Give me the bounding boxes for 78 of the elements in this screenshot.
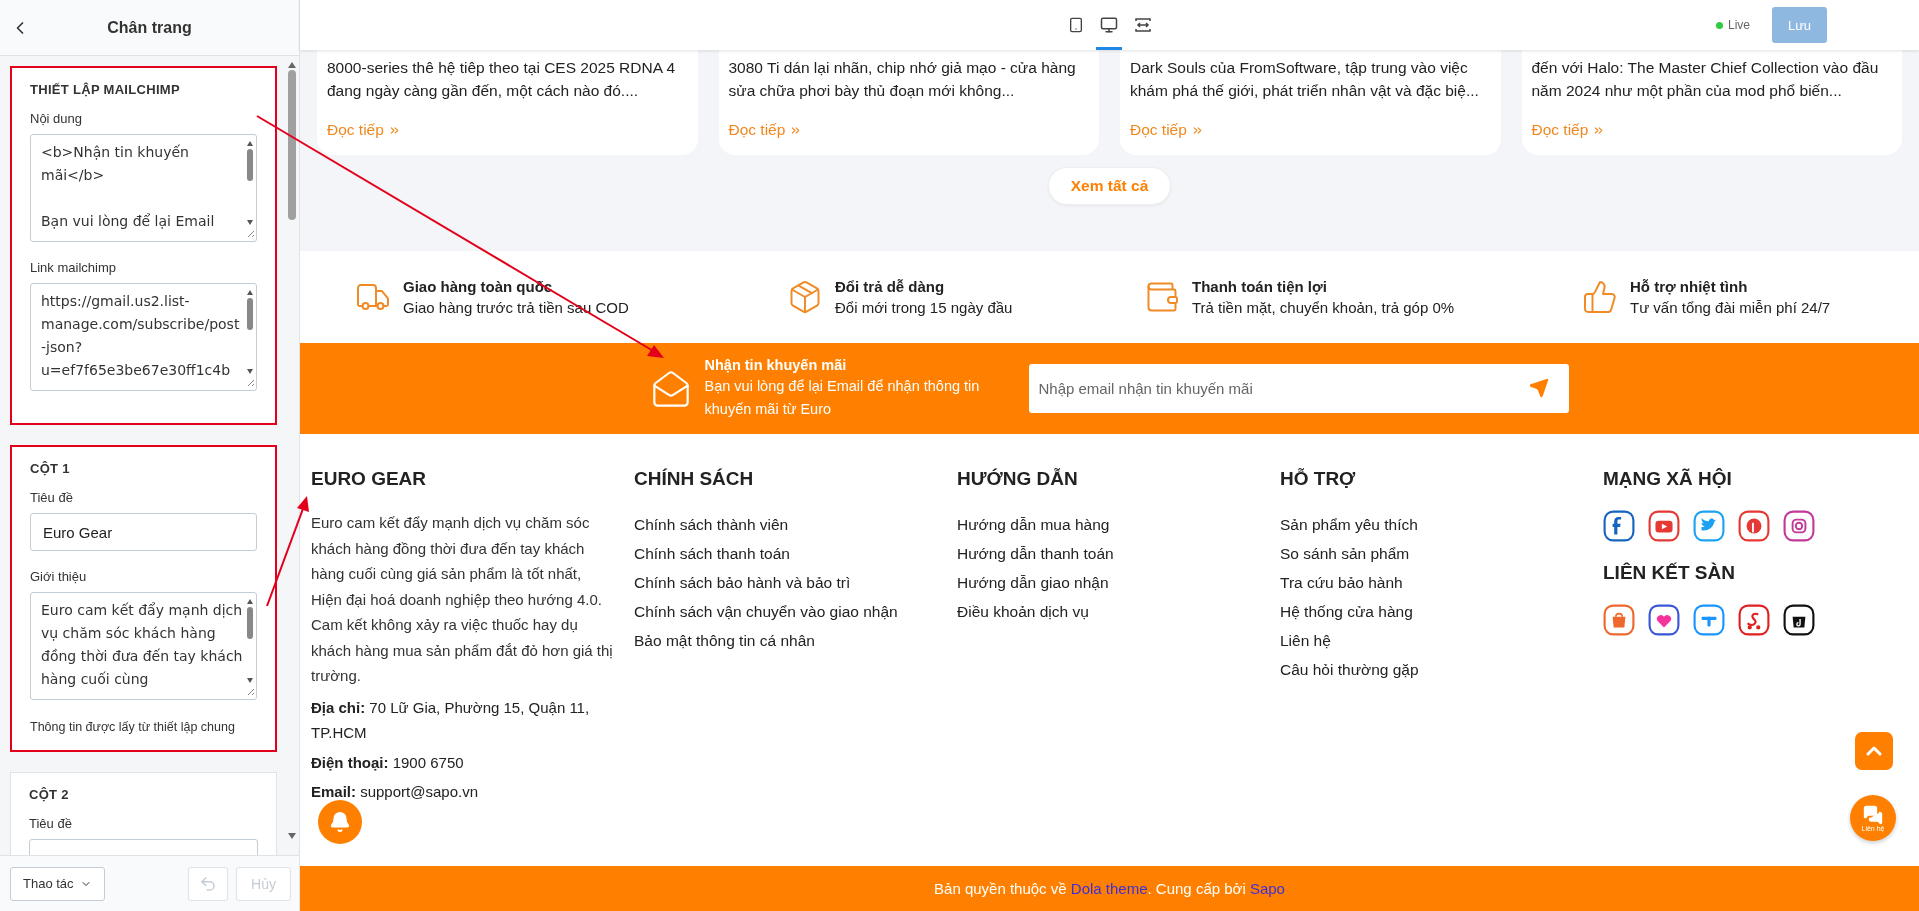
send-icon	[1528, 378, 1549, 398]
textarea-field[interactable]: Euro cam kết đẩy mạnh dịch vụ chăm sóc khách hàng đồng thời đưa đến tay khách hàng cuối cùng	[30, 592, 257, 700]
textarea-field[interactable]: https://gmail.us2.list-manage.com/subscribe/post-json?u=ef7f65e3be67e30ff1c4b	[30, 283, 257, 391]
footer-link[interactable]: Hướng dẫn thanh toán	[957, 539, 1114, 568]
footer-link[interactable]: Sản phẩm yêu thích	[1280, 510, 1418, 539]
footer-link[interactable]: Chính sách thanh toán	[634, 539, 790, 568]
scroll-top-button[interactable]	[1855, 732, 1893, 770]
bell-icon	[329, 811, 351, 833]
status-label: Live	[1728, 18, 1750, 32]
footer-link[interactable]: Chính sách bảo hành và bảo trì	[634, 568, 851, 597]
social-icon[interactable]	[1693, 510, 1725, 542]
social-icon[interactable]	[1603, 510, 1635, 542]
thumbs-up-icon	[1582, 279, 1618, 315]
textarea-text: Euro cam kết đẩy mạnh dịch vụ chăm sóc khách hàng đồng thời đưa đến tay khách hàng cuối cùng	[40, 601, 244, 689]
feature-subtitle: Tư vấn tổng đài miễn phí 24/7	[1630, 299, 1831, 316]
textarea-text: <b>Nhận tin khuyến mãi</b> Bạn vui lòng để lại Email	[40, 143, 216, 231]
about-text: Euro cam kết đẩy mạnh dịch vụ chăm sóc khách hàng đồng thời đưa đến tay khách hàng cuối cùng giá sản phẩm là tốt nhất, Hiện đại hoá doanh nghiệp theo hướng 4.0. Cam kết không xảy ra việc thuốc hay dụ khách hàng mua sản phẩm đắt đỏ hơn giá thị trường.	[311, 513, 614, 686]
field-label: Giới thiệu	[30, 569, 88, 584]
feature-title: Hỗ trợ nhiệt tình	[1630, 278, 1749, 295]
feature-title: Thanh toán tiện lợi	[1192, 278, 1328, 295]
footer-link[interactable]: Chính sách vận chuyển vào giao nhận	[634, 597, 898, 626]
mail-icon	[650, 368, 691, 409]
column-heading: LIÊN KẾT SÀN	[1603, 562, 1736, 584]
article-excerpt: Dark Souls của FromSoftware, tập trung vào việc khám phá thế giới, phát triển nhân vật và đặc biệ...	[1130, 58, 1480, 101]
feature-subtitle: Trả tiền mặt, chuyển khoản, trả góp 0%	[1192, 299, 1455, 316]
field-note: Thông tin được lấy từ thiết lập chung	[30, 719, 236, 736]
marketplace-icon[interactable]	[1648, 604, 1680, 636]
section-heading: CỘT 2	[29, 787, 70, 802]
contact-line: Điện thoại: 1900 6750	[311, 752, 465, 773]
footer-link[interactable]: Chính sách thành viên	[634, 510, 789, 539]
newsletter-title: Nhận tin khuyến mãi	[704, 356, 848, 373]
column-heading: CHÍNH SÁCH	[634, 468, 755, 490]
monitor-icon	[1099, 16, 1118, 34]
send-button[interactable]	[1528, 378, 1549, 398]
contact-line: Email: support@sapo.vn	[311, 782, 479, 802]
textarea-text: https://gmail.us2.list-manage.com/subscribe/post-json?u=ef7f65e3be67e30ff1c4b	[40, 292, 241, 380]
field-label: Nội dung	[30, 111, 84, 126]
newsletter-text: Bạn vui lòng để lại Email để nhận thông tin khuyến mãi từ Euro	[704, 376, 981, 419]
social-icon[interactable]	[1738, 510, 1770, 542]
contact-line: Địa chỉ: 70 Lữ Gia, Phường 15, Quận 11, TP.HCM	[311, 697, 591, 743]
textarea-field[interactable]: <b>Nhận tin khuyến mãi</b> Bạn vui lòng để lại Email	[30, 134, 257, 242]
column-heading: HƯỚNG DẪN	[957, 468, 1079, 490]
footer-link[interactable]: Liên hệ	[1280, 626, 1331, 655]
field-label: Tiêu đề	[30, 490, 74, 505]
text-field[interactable]: Euro Gear	[30, 513, 257, 551]
footer-link[interactable]: So sánh sản phẩm	[1280, 539, 1410, 568]
section-heading: CỘT 1	[30, 461, 71, 476]
expand-icon	[1133, 17, 1152, 33]
chat-icon	[1863, 804, 1883, 825]
section-heading: THIẾT LẬP MAILCHIMP	[30, 82, 181, 97]
notification-button[interactable]	[318, 800, 362, 844]
copyright-text: Bản quyền thuộc về Dola theme. Cung cấp bởi Sapo	[934, 880, 1285, 897]
article-excerpt: 3080 Ti dán lại nhãn, chip nhớ giả mạo - cửa hàng sửa chữa phơi bày thủ đoạn mới không...	[728, 58, 1077, 101]
tablet-icon	[1067, 17, 1084, 33]
marketplace-icon[interactable]	[1783, 604, 1815, 636]
article-excerpt: đến với Halo: The Master Chief Collection vào đầu năm 2024 như một phần của mod phổ biến...	[1531, 58, 1880, 101]
feature-title: Đổi trả dễ dàng	[835, 278, 946, 295]
footer-link[interactable]: Hướng dẫn mua hàng	[957, 510, 1110, 539]
article-excerpt: 8000-series thê hệ tiêp theo tại CES 2025 RDNA 4 đang ngày càng gần đến, một cách nào đó....	[327, 58, 677, 101]
undo-icon	[199, 874, 218, 893]
field-label: Tiêu đề	[29, 816, 73, 831]
status-dot	[1716, 21, 1723, 29]
column-heading: HỖ TRỢ	[1280, 468, 1357, 490]
footer-link[interactable]: Tra cứu bảo hành	[1280, 568, 1403, 597]
panel-title: Chân trang	[106, 18, 193, 37]
footer-link[interactable]: Bảo mật thông tin cá nhân	[634, 626, 815, 655]
actions-dropdown[interactable]: Thao tác	[10, 866, 105, 901]
field-label: Link mailchimp	[30, 260, 117, 275]
footer-link[interactable]: Điều khoản dịch vụ	[957, 597, 1089, 626]
footer-link[interactable]: Hệ thống cửa hàng	[1280, 597, 1413, 626]
column-heading: EURO GEAR	[311, 468, 428, 490]
social-icon[interactable]	[1648, 510, 1680, 542]
email-field[interactable]: Nhập email nhận tin khuyến mãi	[1028, 364, 1569, 413]
column-heading: MẠNG XÃ HỘI	[1603, 468, 1733, 490]
feature-subtitle: Đổi mới trong 15 ngày đầu	[835, 299, 1013, 316]
footer-link[interactable]: Câu hỏi thường gặp	[1280, 655, 1419, 684]
footer-link[interactable]: Hướng dẫn giao nhận	[957, 568, 1109, 597]
social-icon[interactable]	[1783, 510, 1815, 542]
